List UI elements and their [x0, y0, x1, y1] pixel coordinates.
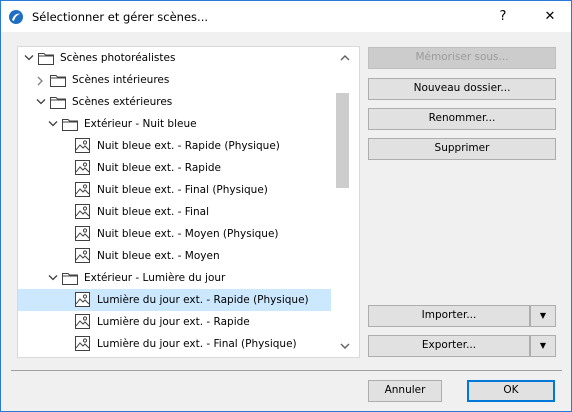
title-bar: Sélectionner et gérer scènes... ? ✕ [1, 1, 571, 32]
ok-button[interactable]: OK [467, 380, 555, 402]
scene-image-icon [75, 226, 90, 241]
close-button[interactable]: ✕ [530, 1, 570, 32]
scroll-up-icon[interactable] [338, 51, 352, 65]
folder-icon [38, 51, 54, 65]
window-title: Sélectionner et gérer scènes... [32, 10, 209, 24]
scroll-down-icon[interactable] [338, 339, 352, 353]
scene-tree[interactable]: Scènes photoréalistes Scènes intérieures S… [17, 46, 360, 358]
tree-item-label: Extérieur - Nuit bleue [84, 118, 197, 130]
tree-item-label: Nuit bleue ext. - Moyen (Physique) [97, 228, 279, 240]
tree-scene-row[interactable]: Nuit bleue ext. - Final [18, 201, 331, 223]
tree-item-label: Nuit bleue ext. - Rapide (Physique) [97, 140, 280, 152]
scene-image-icon [75, 138, 90, 153]
folder-icon [50, 95, 66, 109]
chevron-down-icon[interactable] [48, 113, 60, 135]
app-logo-icon [9, 10, 23, 24]
tree-scene-row[interactable]: Nuit bleue ext. - Moyen (Physique) [18, 223, 331, 245]
tree-item-label: Lumière du jour ext. - Final (Physique) [97, 338, 297, 350]
import-dropdown-arrow-icon[interactable]: ▼ [530, 305, 556, 327]
import-button[interactable]: Importer... [368, 305, 530, 327]
folder-icon [62, 271, 78, 285]
tree-folder-row[interactable]: Scènes photoréalistes [18, 47, 331, 69]
tree-scene-row[interactable]: Nuit bleue ext. - Moyen [18, 245, 331, 267]
export-dropdown-arrow-icon[interactable]: ▼ [530, 335, 556, 357]
delete-button[interactable]: Supprimer [368, 138, 556, 160]
tree-item-label: Extérieur - Lumière du jour [84, 272, 226, 284]
tree-item-label: Lumière du jour ext. - Rapide (Physique) [97, 294, 309, 306]
tree-scene-row[interactable]: Nuit bleue ext. - Rapide [18, 157, 331, 179]
scene-image-icon [75, 336, 90, 351]
footer-divider [11, 370, 562, 371]
scene-image-icon [75, 248, 90, 263]
tree-scene-row[interactable]: Nuit bleue ext. - Final (Physique) [18, 179, 331, 201]
dialog-window: Sélectionner et gérer scènes... ? ✕ Scèn… [0, 0, 572, 412]
export-button[interactable]: Exporter... [368, 335, 530, 357]
cancel-button[interactable]: Annuler [368, 380, 442, 402]
scene-image-icon [75, 182, 90, 197]
tree-item-label: Nuit bleue ext. - Rapide [97, 162, 221, 174]
memorize-as-button[interactable]: Mémoriser sous... [368, 47, 556, 69]
tree-item-label: Lumière du jour ext. - Rapide [97, 316, 250, 328]
tree-folder-row[interactable]: Scènes extérieures [18, 91, 331, 113]
tree-item-label: Nuit bleue ext. - Final (Physique) [97, 184, 268, 196]
tree-folder-row[interactable]: Extérieur - Nuit bleue [18, 113, 331, 135]
tree-item-label: Scènes extérieures [72, 96, 173, 108]
tree-item-label: Nuit bleue ext. - Final [97, 206, 209, 218]
chevron-down-icon[interactable] [36, 91, 48, 113]
chevron-down-icon[interactable] [48, 267, 60, 289]
scene-image-icon [75, 204, 90, 219]
tree-scene-row[interactable]: Nuit bleue ext. - Rapide (Physique) [18, 135, 331, 157]
tree-scene-row[interactable]: Lumière du jour ext. - Final (Physique) [18, 333, 331, 355]
tree-folder-row[interactable]: Scènes intérieures [18, 69, 331, 91]
scene-image-icon [75, 314, 90, 329]
vertical-scrollbar[interactable] [332, 47, 358, 357]
tree-item-label: Nuit bleue ext. - Moyen [97, 250, 220, 262]
rename-button[interactable]: Renommer... [368, 108, 556, 130]
help-button[interactable]: ? [483, 1, 523, 32]
folder-icon [50, 73, 66, 87]
tree-scene-row[interactable]: Lumière du jour ext. - Rapide [18, 311, 331, 333]
scene-image-icon [75, 160, 90, 175]
tree-scene-row[interactable]: Lumière du jour ext. - Rapide (Physique) [18, 289, 331, 311]
tree-item-label: Scènes photoréalistes [60, 52, 176, 64]
chevron-right-icon[interactable] [36, 69, 48, 91]
new-folder-button[interactable]: Nouveau dossier... [368, 78, 556, 100]
scene-image-icon [75, 292, 90, 307]
tree-item-label: Scènes intérieures [72, 74, 170, 86]
scroll-thumb[interactable] [336, 93, 349, 188]
folder-icon [62, 117, 78, 131]
chevron-down-icon[interactable] [24, 47, 36, 69]
tree-folder-row[interactable]: Extérieur - Lumière du jour [18, 267, 331, 289]
